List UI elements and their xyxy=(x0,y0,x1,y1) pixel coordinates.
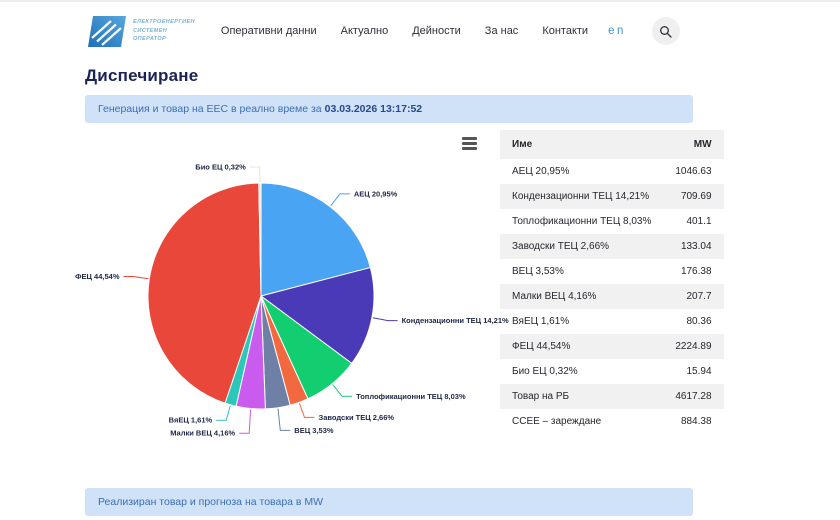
cell-mw: 133.04 xyxy=(663,234,723,259)
search-icon xyxy=(659,25,672,38)
table-row: Заводски ТЕЦ 2,66%133.04 xyxy=(500,234,724,259)
logo-line-1: ЕЛЕКТРОЕНЕРГИЕН xyxy=(133,18,195,27)
realized-load-banner: Реализиран товар и прогноза на товара в … xyxy=(85,488,693,516)
eso-logo[interactable]: ЕЛЕКТРОЕНЕРГИЕН СИСТЕМЕН ОПЕРАТОР xyxy=(88,15,195,48)
table-row: ССЕЕ – зареждане884.38 xyxy=(500,409,724,434)
nav-operational-data[interactable]: Оперативни данни xyxy=(221,25,317,37)
cell-mw: 176.38 xyxy=(663,259,723,284)
pie-label-connector xyxy=(124,277,149,279)
nav-activities[interactable]: Дейности xyxy=(412,25,461,37)
pie-label-connector xyxy=(216,406,230,420)
realtime-banner-datetime: 03.03.2026 13:17:52 xyxy=(325,103,423,115)
table-row: ВяЕЦ 1,61%80.36 xyxy=(500,309,724,334)
pie-label-connector xyxy=(239,410,250,434)
table-row: Кондензационни ТЕЦ 14,21%709.69 xyxy=(500,184,724,209)
nav-about[interactable]: За нас xyxy=(485,25,519,37)
cell-name: ВЕЦ 3,53% xyxy=(500,259,663,284)
pie-slice-label: ВЕЦ 3,53% xyxy=(294,426,334,435)
pie-label-connector xyxy=(333,385,352,397)
hamburger-icon xyxy=(462,142,477,145)
pie-label-connector xyxy=(250,167,260,182)
cell-name: Товар на РБ xyxy=(500,384,663,409)
cell-mw: 709.69 xyxy=(663,184,723,209)
cell-name: ССЕЕ – зареждане xyxy=(500,409,663,434)
pie-slice-label: ВяЕЦ 1,61% xyxy=(169,416,213,425)
main-content: Диспечиране Генерация и товар на ЕЕС в р… xyxy=(85,66,693,516)
chart-context-menu-button[interactable] xyxy=(462,137,477,150)
main-nav: Оперативни данни Актуално Дейности За на… xyxy=(221,25,588,37)
cell-name: Заводски ТЕЦ 2,66% xyxy=(500,234,663,259)
realtime-banner-label: Генерация и товар на ЕЕС в реално време … xyxy=(98,103,322,115)
pie-label-connector xyxy=(278,409,290,431)
page-title: Диспечиране xyxy=(85,66,693,85)
pie-slice-label: ФЕЦ 44,54% xyxy=(75,272,120,281)
chart-and-table-section: АЕЦ 20,95%Кондензационни ТЕЦ 14,21%Топло… xyxy=(85,130,693,460)
cell-mw: 4617.28 xyxy=(663,384,723,409)
language-toggle-en[interactable]: en xyxy=(608,25,626,37)
table-row: АЕЦ 20,95%1046.63 xyxy=(500,159,724,184)
table-row: ВЕЦ 3,53%176.38 xyxy=(500,259,724,284)
cell-name: ФЕЦ 44,54% xyxy=(500,334,663,359)
cell-name: Био ЕЦ 0,32% xyxy=(500,359,663,384)
pie-slice-label: Заводски ТЕЦ 2,66% xyxy=(319,413,395,422)
table-row: Топлофикационни ТЕЦ 8,03%401.1 xyxy=(500,209,724,234)
pie-slice-label: АЕЦ 20,95% xyxy=(354,189,398,198)
table-header-row: Име MW xyxy=(500,130,724,159)
pie-slice-label: Био ЕЦ 0,32% xyxy=(195,163,246,172)
eso-logo-icon xyxy=(88,15,126,48)
eso-logo-text: ЕЛЕКТРОЕНЕРГИЕН СИСТЕМЕН ОПЕРАТОР xyxy=(133,18,195,44)
pie-chart-svg: АЕЦ 20,95%Кондензационни ТЕЦ 14,21%Топло… xyxy=(85,130,490,460)
cell-name: Кондензационни ТЕЦ 14,21% xyxy=(500,184,663,209)
cell-name: АЕЦ 20,95% xyxy=(500,159,663,184)
nav-contacts[interactable]: Контакти xyxy=(542,25,588,37)
column-header-mw: MW xyxy=(663,130,723,159)
pie-slice-label: Кондензационни ТЕЦ 14,21% xyxy=(402,316,509,325)
table-row: ФЕЦ 44,54%2224.89 xyxy=(500,334,724,359)
hamburger-icon xyxy=(462,137,477,140)
cell-name: Малки ВЕЦ 4,16% xyxy=(500,284,663,309)
search-button[interactable] xyxy=(652,17,680,45)
table-row: Био ЕЦ 0,32%15.94 xyxy=(500,359,724,384)
cell-mw: 2224.89 xyxy=(663,334,723,359)
cell-mw: 80.36 xyxy=(663,309,723,334)
logo-line-2: СИСТЕМЕН xyxy=(133,27,195,36)
table-row: Товар на РБ4617.28 xyxy=(500,384,724,409)
nav-news[interactable]: Актуално xyxy=(341,25,389,37)
cell-name: ВяЕЦ 1,61% xyxy=(500,309,663,334)
cell-mw: 401.1 xyxy=(663,209,723,234)
realtime-generation-banner: Генерация и товар на ЕЕС в реално време … xyxy=(85,95,693,123)
pie-label-connector xyxy=(373,318,398,321)
column-header-name: Име xyxy=(500,130,663,159)
table-row: Малки ВЕЦ 4,16%207.7 xyxy=(500,284,724,309)
cell-name: Топлофикационни ТЕЦ 8,03% xyxy=(500,209,663,234)
pie-label-connector xyxy=(331,194,350,206)
realized-load-banner-label: Реализиран товар и прогноза на товара в … xyxy=(98,496,323,508)
pie-slice-label: Топлофикационни ТЕЦ 8,03% xyxy=(356,392,466,401)
cell-mw: 207.7 xyxy=(663,284,723,309)
logo-line-3: ОПЕРАТОР xyxy=(133,35,195,44)
generation-pie-chart: АЕЦ 20,95%Кондензационни ТЕЦ 14,21%Топло… xyxy=(85,130,490,460)
cell-mw: 1046.63 xyxy=(663,159,723,184)
cell-mw: 15.94 xyxy=(663,359,723,384)
pie-label-connector xyxy=(300,403,315,417)
pie-slice-label: Малки ВЕЦ 4,16% xyxy=(170,429,235,438)
cell-mw: 884.38 xyxy=(663,409,723,434)
generation-table: Име MW АЕЦ 20,95%1046.63Кондензационни Т… xyxy=(500,130,724,434)
hamburger-icon xyxy=(462,147,477,150)
site-header: ЕЛЕКТРОЕНЕРГИЕН СИСТЕМЕН ОПЕРАТОР Операт… xyxy=(0,2,840,60)
